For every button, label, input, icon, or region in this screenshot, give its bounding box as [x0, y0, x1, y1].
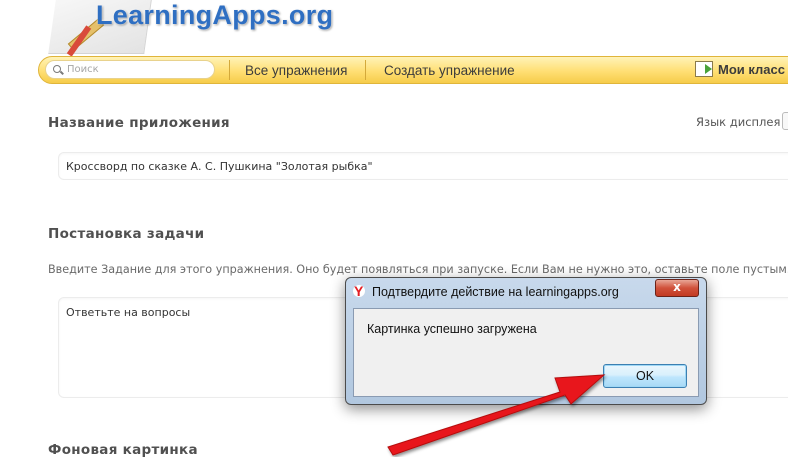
nav-my-classes[interactable]: Мои класс — [695, 61, 785, 77]
dialog-close-button[interactable]: x — [655, 279, 699, 297]
nav-create-exercise[interactable]: Создать упражнение — [384, 63, 515, 78]
task-hint: Введите Задание для этого упражнения. Он… — [48, 263, 788, 276]
site-header: LearningApps.org — [0, 0, 788, 58]
classes-icon — [695, 61, 713, 77]
app-name-value: Кроссворд по сказке А. С. Пушкина "Золот… — [66, 160, 373, 173]
task-value: Ответьте на вопросы — [66, 306, 191, 319]
search-icon — [53, 64, 63, 75]
app-root: LearningApps.org Все упражнения Создать … — [0, 0, 788, 457]
yandex-browser-icon — [352, 283, 366, 299]
confirm-dialog: Подтвердите действие на learningapps.org… — [345, 277, 707, 405]
app-name-heading: Название приложения — [48, 115, 230, 131]
nav-my-classes-label: Мои класс — [718, 61, 785, 77]
nav-divider — [365, 60, 366, 80]
dialog-body: Картинка успешно загружена OK — [353, 308, 699, 397]
search-input[interactable] — [67, 64, 207, 75]
nav-divider — [229, 60, 230, 80]
background-image-heading: Фоновая картинка — [48, 442, 198, 457]
app-name-input[interactable]: Кроссворд по сказке А. С. Пушкина "Золот… — [58, 152, 788, 180]
display-language-select[interactable] — [782, 112, 788, 130]
dialog-ok-button[interactable]: OK — [603, 364, 687, 388]
dialog-title: Подтвердите действие на learningapps.org — [372, 285, 619, 299]
task-heading: Постановка задачи — [48, 226, 205, 242]
nav-all-exercises[interactable]: Все упражнения — [245, 63, 347, 78]
dialog-message: Картинка успешно загружена — [367, 322, 537, 336]
search-box[interactable] — [45, 60, 215, 79]
display-language-label: Язык дисплея — [696, 115, 781, 129]
main-navbar: Все упражнения Создать упражнение Мои кл… — [38, 56, 788, 84]
site-logo[interactable]: LearningApps.org — [96, 0, 333, 31]
